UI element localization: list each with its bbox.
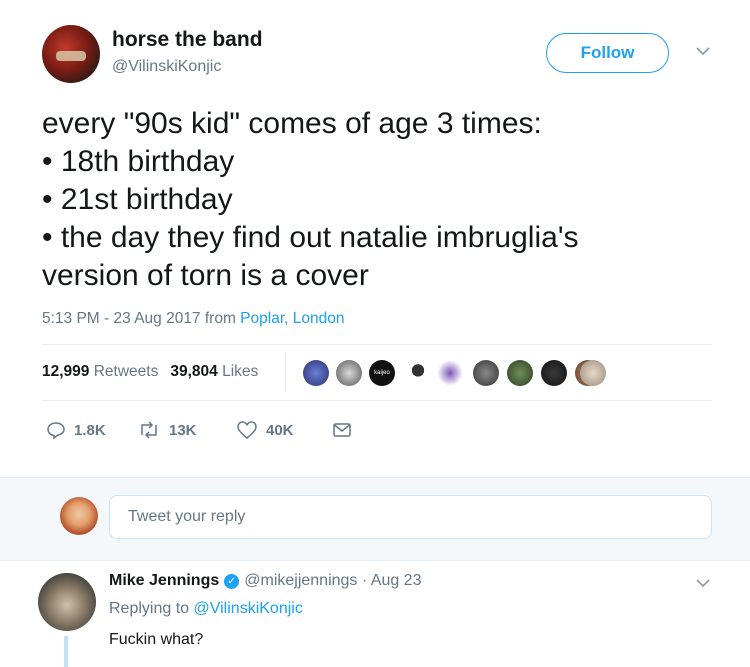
tweet-line: every "90s kid" comes of age 3 times: [42, 107, 542, 140]
tweet-line: • the day they find out natalie imbrugli… [42, 221, 579, 254]
replying-to: Replying to @VilinskiKonjic [109, 600, 303, 617]
liker-avatar[interactable] [303, 360, 329, 386]
divider [42, 344, 712, 345]
tweet-timestamp: 5:13 PM - 23 Aug 2017 from Poplar, Londo… [42, 310, 344, 328]
retweets-stat[interactable]: 12,999 Retweets [42, 363, 158, 381]
retweet-action[interactable]: 13K [137, 420, 197, 440]
follow-button[interactable]: Follow [546, 33, 669, 73]
author-display-name[interactable]: horse the band [112, 28, 263, 52]
replying-to-link[interactable]: @VilinskiKonjic [194, 600, 303, 617]
reply-author-name[interactable]: Mike Jennings [109, 572, 219, 590]
message-action[interactable] [332, 420, 352, 440]
author-avatar[interactable] [42, 25, 100, 83]
tweet-text: every "90s kid" comes of age 3 times: • … [42, 105, 732, 295]
liker-avatar[interactable] [507, 360, 533, 386]
retweet-icon [141, 421, 157, 439]
reply-header: Mike Jennings ✓ @mikejjennings · Aug 23 [109, 572, 421, 590]
liker-avatar[interactable]: kaijeo [369, 360, 395, 386]
reply-icon [47, 422, 65, 440]
liker-avatar[interactable] [473, 360, 499, 386]
reply-input[interactable]: Tweet your reply [109, 495, 712, 539]
tweet-line: • 21st birthday [42, 183, 233, 216]
reply-menu-chevron-icon[interactable] [694, 576, 712, 590]
like-action[interactable]: 40K [236, 420, 294, 440]
liker-avatar[interactable] [541, 360, 567, 386]
heart-icon [237, 421, 257, 439]
liker-avatar[interactable] [437, 360, 463, 386]
tweet-stats: 12,999 Retweets 39,804 Likes [42, 363, 258, 381]
envelope-icon [333, 423, 351, 437]
current-user-avatar[interactable] [60, 497, 98, 535]
stats-separator [285, 352, 286, 392]
likes-stat[interactable]: 39,804 Likes [170, 363, 258, 381]
liker-avatar[interactable] [580, 360, 606, 386]
tweet-menu-chevron-icon[interactable] [694, 44, 712, 58]
reply-author-avatar[interactable] [38, 573, 96, 631]
tweet-line: • 18th birthday [42, 145, 235, 178]
liker-avatar[interactable] [405, 360, 431, 386]
reply-meta[interactable]: @mikejjennings · Aug 23 [244, 572, 421, 590]
reply-placeholder: Tweet your reply [128, 508, 246, 525]
liker-avatar[interactable] [336, 360, 362, 386]
author-handle[interactable]: @VilinskiKonjic [112, 58, 221, 76]
timestamp-text[interactable]: 5:13 PM - 23 Aug 2017 from [42, 310, 240, 327]
location-link[interactable]: Poplar, London [240, 310, 344, 327]
tweet-line: version of torn is a cover [42, 259, 369, 292]
thread-line [64, 636, 68, 667]
reply-text: Fuckin what? [109, 631, 204, 648]
verified-badge-icon: ✓ [224, 573, 240, 589]
reply-action[interactable]: 1.8K [46, 420, 106, 440]
divider [42, 400, 712, 401]
